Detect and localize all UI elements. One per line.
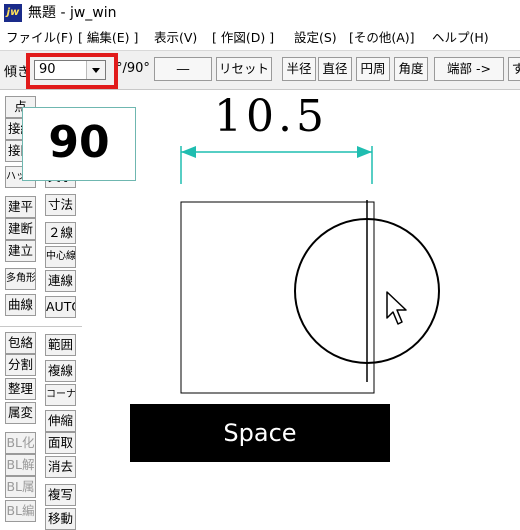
palette-right-button[interactable]: 面取: [45, 432, 76, 454]
palette-right-button[interactable]: 中心線: [45, 246, 76, 268]
dimension-line: [180, 146, 373, 184]
palette-right-button[interactable]: 寸法: [45, 194, 76, 216]
palette-right-button[interactable]: コーナー: [45, 384, 76, 406]
space-key-overlay: Space: [130, 404, 390, 462]
palette-left-button[interactable]: 建平: [5, 196, 36, 218]
dimension-text: 10.5: [214, 91, 328, 142]
palette-left-button[interactable]: 曲線: [5, 294, 36, 316]
palette-left-button[interactable]: BL化: [5, 432, 36, 454]
palette-left-button[interactable]: BL編: [5, 500, 36, 522]
palette-right-button[interactable]: AUTO: [45, 296, 76, 318]
palette-left-button[interactable]: 包絡: [5, 332, 36, 354]
cursor-arrow-icon: [386, 291, 407, 325]
palette-right-button[interactable]: ２線: [45, 222, 76, 244]
palette-left-button[interactable]: 整理: [5, 378, 36, 400]
rectangle-shape: [180, 201, 375, 394]
palette-left-button[interactable]: BL属: [5, 476, 36, 498]
palette-left-button[interactable]: 多角形: [5, 268, 36, 290]
palette-left-button[interactable]: 属変: [5, 402, 36, 424]
angle-tooltip: 90: [22, 107, 136, 181]
palette-right-button[interactable]: 移動: [45, 508, 76, 530]
palette-separator: [0, 326, 82, 327]
palette-right-button[interactable]: 消去: [45, 456, 76, 478]
palette-left-button[interactable]: BL解: [5, 454, 36, 476]
palette-right-button[interactable]: 複線: [45, 360, 76, 382]
palette-right-button[interactable]: 複写: [45, 484, 76, 506]
palette-right-button[interactable]: 範囲: [45, 334, 76, 356]
palette-right-button[interactable]: 伸縮: [45, 410, 76, 432]
palette-right-button[interactable]: 連線: [45, 270, 76, 292]
palette-left-button[interactable]: 建断: [5, 218, 36, 240]
palette-left-button[interactable]: 建立: [5, 240, 36, 262]
palette-left-button[interactable]: 分割: [5, 354, 36, 376]
